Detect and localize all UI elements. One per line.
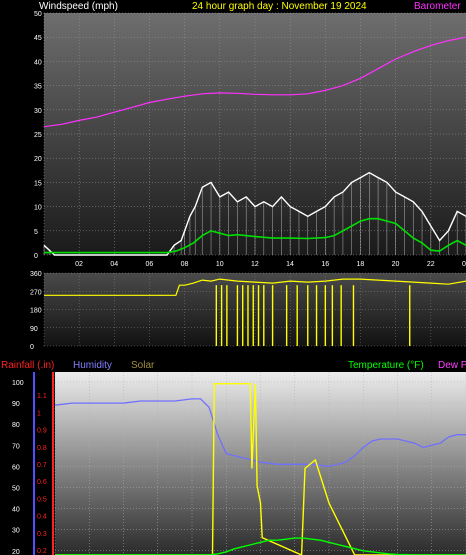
chart2-ytick: 180 — [30, 308, 42, 315]
chart1-ytick: 35 — [34, 84, 42, 91]
chart3-ytick: 90 — [12, 401, 20, 408]
legend-humidity: Humidity — [73, 360, 112, 371]
rain-ytick: 0.3 — [37, 531, 47, 538]
rain-ytick: 1 — [37, 410, 41, 417]
windspeed-title: Windspeed (mph) — [39, 1, 118, 12]
chart1-xtick: 10 — [216, 261, 224, 268]
chart3-ytick: 20 — [12, 549, 20, 555]
chart1-xtick: 16 — [321, 261, 329, 268]
legend-solar: Solar — [131, 360, 155, 371]
chart1-ytick: 45 — [34, 35, 42, 42]
chart3-ytick: 80 — [12, 422, 20, 429]
chart1-ytick: 10 — [34, 205, 42, 212]
barometer-title: Barometer — [414, 1, 461, 12]
chart1-ytick: 25 — [34, 132, 42, 139]
chart1-ytick: 50 — [34, 11, 42, 18]
rain-ytick: 0.8 — [37, 445, 47, 452]
graph-date-title: 24 hour graph day : November 19 2024 — [192, 1, 367, 12]
chart1-ytick: 5 — [34, 229, 38, 236]
legend-dew-point: Dew P — [438, 360, 466, 371]
legend-rainfall: Rainfall (.in) — [1, 360, 54, 371]
rain-ytick: 0.9 — [37, 428, 47, 435]
rain-ytick: 1.1 — [37, 393, 47, 400]
chart3-ytick: 30 — [12, 528, 20, 535]
chart1-xtick: 20 — [392, 261, 400, 268]
chart1-xtick: 08 — [181, 261, 189, 268]
rain-ytick: 0.6 — [37, 479, 47, 486]
chart2-ytick: 0 — [30, 344, 34, 351]
chart1-xtick: 00 — [462, 261, 466, 268]
chart3-ytick: 70 — [12, 443, 20, 450]
rain-ytick: 0.4 — [37, 514, 47, 521]
chart2-ytick: 360 — [30, 271, 42, 278]
chart3-ytick: 60 — [12, 464, 20, 471]
rain-ytick: 0.7 — [37, 462, 47, 469]
chart2-ytick: 90 — [30, 326, 38, 333]
chart3-ytick: 50 — [12, 485, 20, 492]
chart1-xtick: 22 — [427, 261, 435, 268]
chart1-xtick: 18 — [357, 261, 365, 268]
chart1-xtick: 04 — [110, 261, 118, 268]
chart1-ytick: 0 — [34, 253, 38, 260]
chart1-xtick: 12 — [251, 261, 259, 268]
chart1-xtick: 06 — [146, 261, 154, 268]
chart1-ytick: 30 — [34, 108, 42, 115]
rain-ytick: 0.2 — [37, 548, 47, 555]
chart1-ytick: 15 — [34, 180, 42, 187]
chart3-ytick: 40 — [12, 507, 20, 514]
chart3-ytick: 100 — [12, 380, 24, 387]
chart1-xtick: 14 — [286, 261, 294, 268]
chart1-ytick: 20 — [34, 156, 42, 163]
weather-chart: 0510152025303540455002 04 06 08 10 12 14 16 18 20… — [1, 1, 466, 555]
chart1-xtick: 02 — [75, 261, 83, 268]
rain-ytick: 0.5 — [37, 496, 47, 503]
chart2-ytick: 270 — [30, 289, 42, 296]
legend-temperature: Temperature (°F) — [348, 360, 424, 371]
chart1-ytick: 40 — [34, 59, 42, 66]
